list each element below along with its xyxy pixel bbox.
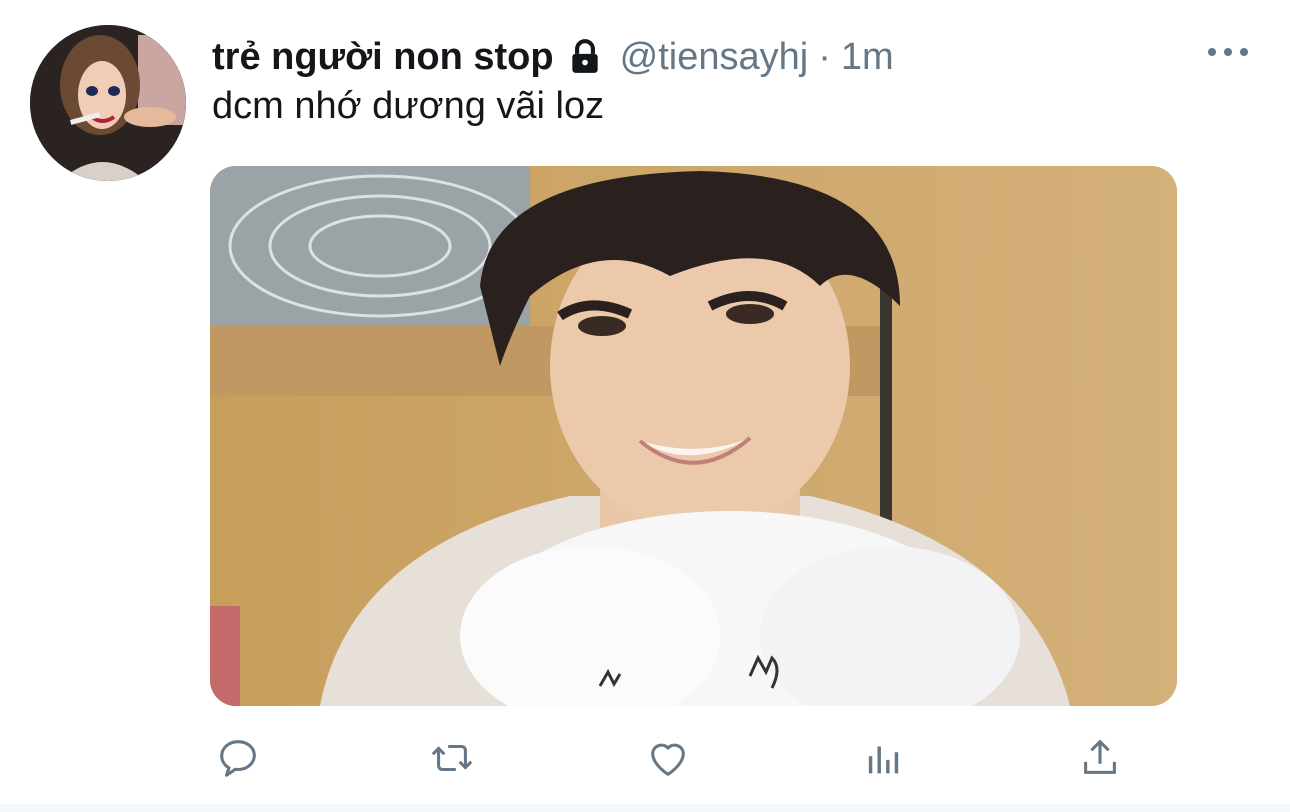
user-handle[interactable]: @tiensayhj — [620, 32, 809, 82]
more-icon[interactable] — [1208, 40, 1248, 64]
display-name[interactable]: trẻ người non stop — [212, 32, 554, 82]
like-button[interactable] — [642, 732, 694, 784]
retweet-icon — [431, 744, 473, 772]
reply-icon — [220, 740, 256, 777]
separator-dot: · — [818, 36, 831, 78]
tweet-media[interactable] — [210, 166, 1177, 706]
timestamp[interactable]: 1m — [841, 32, 894, 82]
media-image — [210, 166, 1177, 706]
tweet-text: dcm nhớ dương vãi loz — [212, 85, 605, 127]
analytics-icon — [868, 746, 899, 774]
heart-icon — [651, 743, 685, 776]
tweet[interactable]: trẻ người non stop @tiensayhj · 1m dcm n… — [0, 0, 1290, 812]
divider — [0, 804, 1290, 812]
share-icon — [1084, 739, 1116, 774]
analytics-button[interactable] — [858, 732, 910, 784]
reply-button[interactable] — [212, 732, 264, 784]
avatar[interactable] — [30, 25, 186, 181]
tweet-header: trẻ người non stop @tiensayhj · 1m — [212, 32, 894, 82]
tweet-actions — [212, 732, 1132, 784]
avatar-image — [30, 25, 186, 181]
retweet-button[interactable] — [426, 732, 478, 784]
lock-icon — [566, 38, 604, 76]
share-button[interactable] — [1074, 732, 1126, 784]
